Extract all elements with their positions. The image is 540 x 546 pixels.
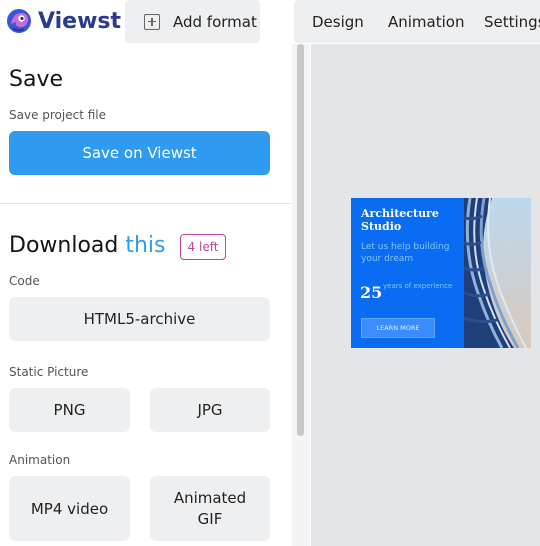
group-label-code: Code bbox=[9, 274, 40, 288]
ad-title: Architecture Studio bbox=[361, 207, 439, 233]
download-title: Download this bbox=[9, 233, 166, 258]
ad-years-text: years of experience bbox=[383, 282, 453, 290]
save-title: Save bbox=[9, 67, 64, 92]
group-label-animation: Animation bbox=[9, 453, 71, 467]
viewst-logo[interactable]: Viewst bbox=[4, 4, 121, 38]
jpg-button[interactable]: JPG bbox=[150, 388, 270, 432]
panel-scrollbar-thumb[interactable] bbox=[297, 44, 304, 436]
download-title-prefix: Download bbox=[9, 233, 119, 258]
html5-archive-button[interactable]: HTML5-archive bbox=[9, 297, 270, 341]
plus-square-icon bbox=[144, 13, 160, 30]
ad-tagline: Let us help building your dream bbox=[361, 242, 450, 264]
save-subtitle: Save project file bbox=[9, 108, 107, 122]
building-photo bbox=[464, 198, 531, 348]
section-divider bbox=[0, 203, 291, 204]
downloads-left-badge: 4 left bbox=[180, 234, 226, 260]
tab-animation[interactable]: Animation bbox=[388, 13, 464, 31]
add-format-button[interactable]: Add format bbox=[125, 0, 260, 43]
banner-preview[interactable]: Architecture Studio Let us help building… bbox=[351, 198, 531, 348]
animated-gif-button[interactable]: Animated GIF bbox=[150, 476, 270, 541]
tab-design[interactable]: Design bbox=[312, 13, 364, 31]
ad-learn-more-button: LEARN MORE bbox=[361, 318, 435, 338]
brand-name: Viewst bbox=[38, 8, 122, 34]
tab-settings[interactable]: Settings bbox=[484, 13, 540, 31]
chameleon-logo-icon bbox=[7, 9, 31, 33]
mp4-video-button[interactable]: MP4 video bbox=[9, 476, 130, 541]
group-label-static-picture: Static Picture bbox=[9, 365, 89, 379]
png-button[interactable]: PNG bbox=[9, 388, 130, 432]
download-title-accent: this bbox=[125, 233, 166, 258]
top-bar: Viewst Add format Design Animation Setti… bbox=[0, 0, 540, 44]
ad-number: 25 bbox=[360, 283, 383, 302]
add-format-label: Add format bbox=[173, 12, 257, 31]
save-on-viewst-button[interactable]: Save on Viewst bbox=[9, 131, 270, 175]
